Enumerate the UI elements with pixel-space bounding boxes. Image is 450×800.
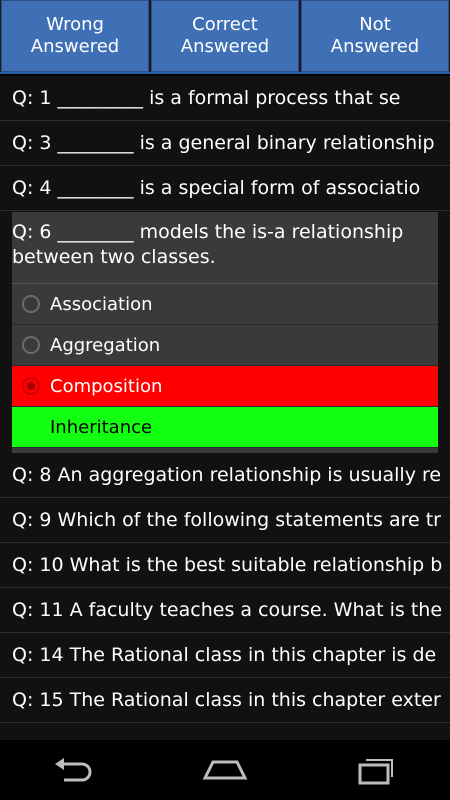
question-item[interactable]: Q: 14 The Rational class in this chapter…: [0, 633, 450, 678]
home-icon: [202, 760, 248, 780]
expanded-question-header[interactable]: Q: 6 ________ models the is-a relationsh…: [12, 212, 438, 284]
tab-label-line1: Not: [359, 14, 391, 35]
question-text: Q: 14 The Rational class in this chapter…: [12, 644, 437, 666]
tab-label-line2: Answered: [330, 36, 420, 57]
option-association[interactable]: Association: [12, 284, 438, 325]
radio-icon[interactable]: [22, 295, 40, 313]
question-item[interactable]: Q: 1 _________ is a formal process that …: [0, 76, 450, 121]
recents-icon: [358, 759, 393, 785]
question-text: Q: 1 _________ is a formal process that …: [12, 87, 401, 109]
back-icon: [55, 758, 92, 782]
question-item[interactable]: Q: 4 ________ is a special form of assoc…: [0, 166, 450, 211]
question-text: Q: 3 ________ is a general binary relati…: [12, 132, 435, 154]
question-text: Q: 11 A faculty teaches a course. What i…: [12, 599, 443, 621]
answer-tabs: Wrong Answered Correct Answered Not Answ…: [0, 0, 450, 74]
option-composition[interactable]: Composition: [12, 366, 438, 407]
question-item[interactable]: Q: 3 ________ is a general binary relati…: [0, 121, 450, 166]
radio-selected-icon[interactable]: [22, 377, 40, 395]
question-text: Q: 10 What is the best suitable relation…: [12, 554, 443, 576]
question-text: Q: 9 Which of the following statements a…: [12, 509, 441, 531]
question-list[interactable]: Q: 1 _________ is a formal process that …: [0, 76, 450, 740]
question-item[interactable]: Q: 8 An aggregation relationship is usua…: [0, 453, 450, 498]
question-item[interactable]: Q: 11 A faculty teaches a course. What i…: [0, 588, 450, 633]
question-text: Q: 15 The Rational class in this chapter…: [12, 689, 441, 711]
tab-not-answered[interactable]: Not Answered: [301, 0, 449, 72]
home-button[interactable]: [195, 750, 255, 790]
system-nav-bar: [0, 740, 450, 800]
option-aggregation[interactable]: Aggregation: [12, 325, 438, 366]
tab-label-line2: Answered: [30, 36, 120, 57]
back-button[interactable]: [45, 750, 105, 790]
option-label: Composition: [50, 375, 163, 397]
expanded-question: Q: 6 ________ models the is-a relationsh…: [12, 212, 438, 453]
question-item[interactable]: Q: 15 The Rational class in this chapter…: [0, 678, 450, 723]
option-label: Aggregation: [50, 334, 161, 356]
radio-icon[interactable]: [22, 418, 40, 436]
question-item[interactable]: Q: 10 What is the best suitable relation…: [0, 543, 450, 588]
option-inheritance[interactable]: Inheritance: [12, 407, 438, 448]
tab-wrong-answered[interactable]: Wrong Answered: [1, 0, 149, 72]
tab-label-line1: Correct: [192, 14, 258, 35]
tab-label-line2: Answered: [180, 36, 270, 57]
expanded-question-text: Q: 6 ________ models the is-a relationsh…: [12, 221, 404, 268]
tab-label-line1: Wrong: [46, 14, 104, 35]
option-label: Inheritance: [50, 416, 153, 438]
recents-button[interactable]: [345, 750, 405, 790]
question-item[interactable]: Q: 9 Which of the following statements a…: [0, 498, 450, 543]
tab-correct-answered[interactable]: Correct Answered: [151, 0, 299, 72]
option-label: Association: [50, 293, 153, 315]
question-text: Q: 8 An aggregation relationship is usua…: [12, 464, 442, 486]
question-text: Q: 4 ________ is a special form of assoc…: [12, 177, 421, 199]
radio-icon[interactable]: [22, 336, 40, 354]
